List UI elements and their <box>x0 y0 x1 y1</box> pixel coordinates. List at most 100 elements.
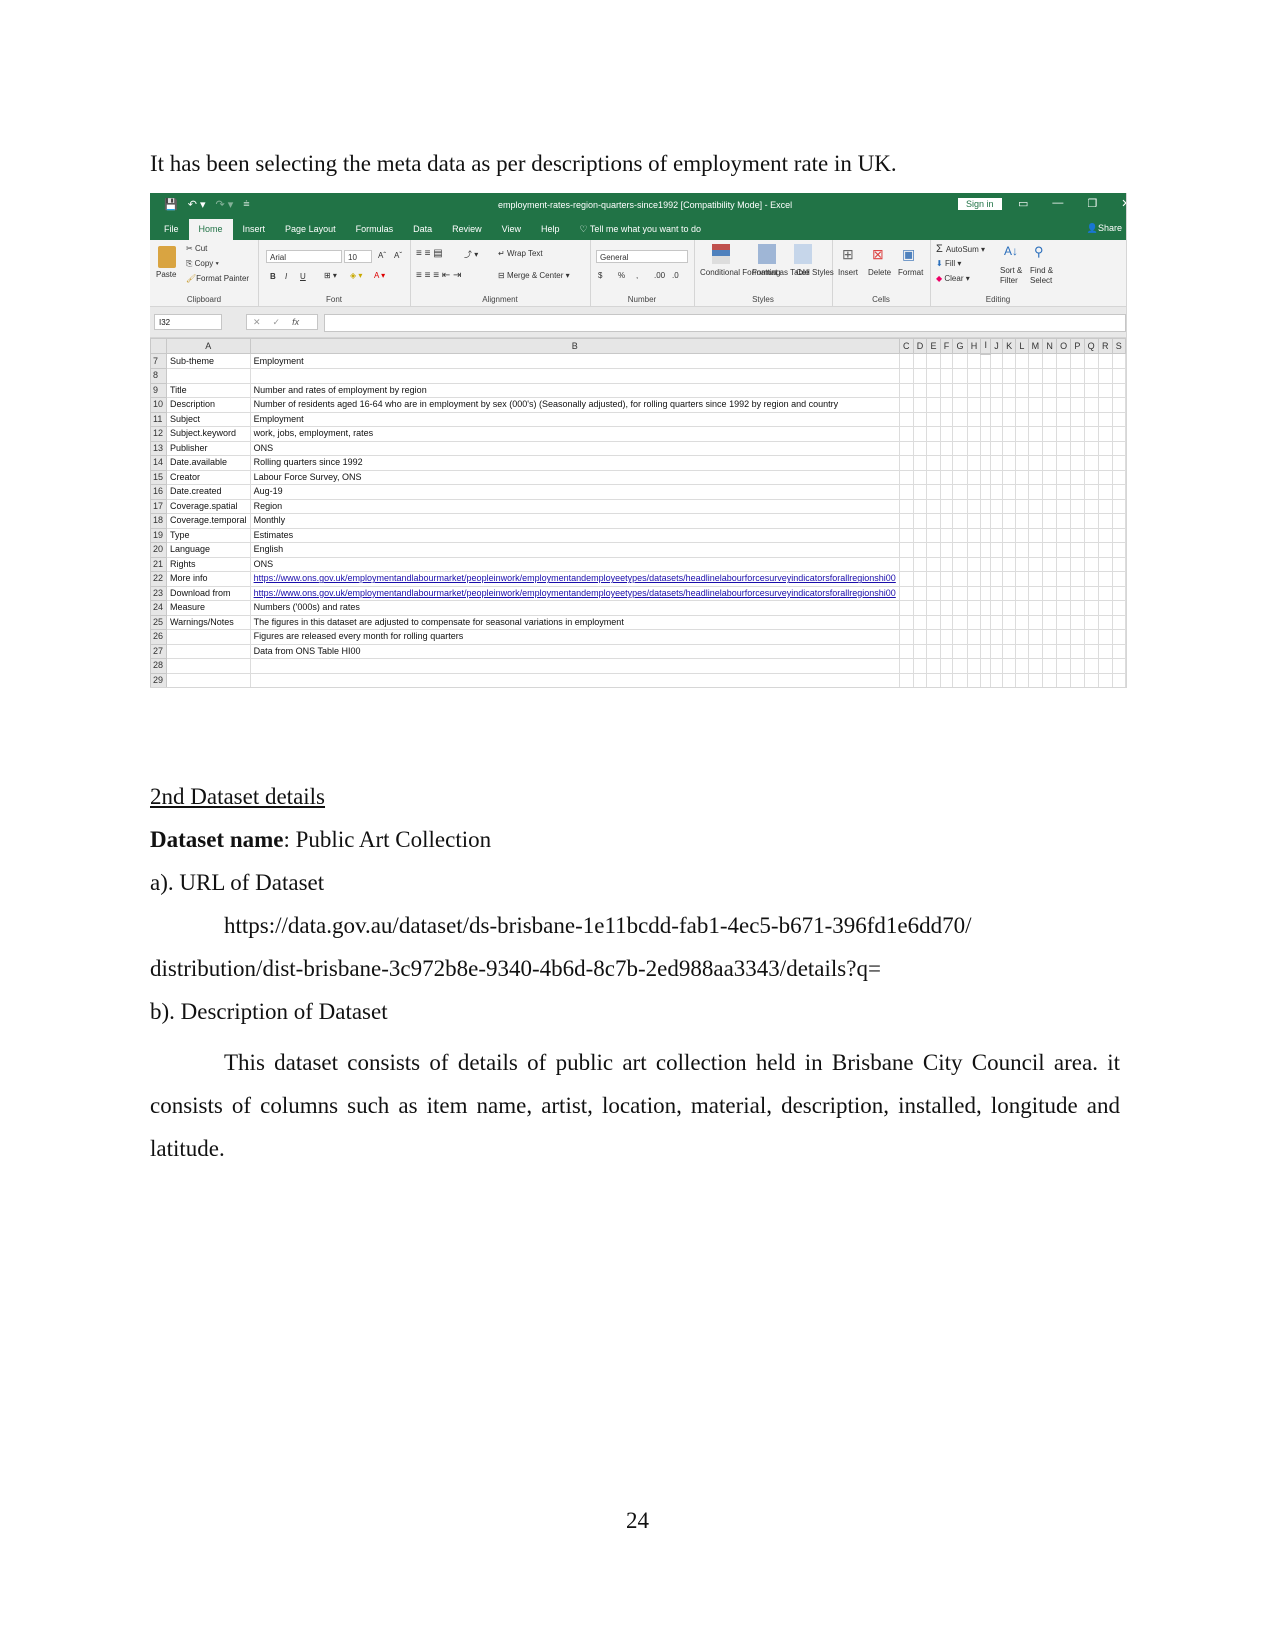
empty-cell[interactable] <box>1111 585 1126 601</box>
empty-cell[interactable] <box>1001 542 1017 558</box>
empty-cell[interactable] <box>1015 629 1029 645</box>
empty-cell[interactable] <box>1042 585 1057 601</box>
cell-field-name[interactable] <box>166 629 251 645</box>
empty-cell[interactable] <box>1001 585 1017 601</box>
cell-field-name[interactable]: Coverage.temporal <box>166 513 251 529</box>
empty-cell[interactable] <box>1042 658 1057 674</box>
empty-cell[interactable] <box>1083 571 1099 587</box>
empty-cell[interactable] <box>1055 353 1072 369</box>
empty-cell[interactable] <box>1027 469 1044 485</box>
empty-cell[interactable] <box>912 426 928 442</box>
empty-cell[interactable] <box>1027 585 1044 601</box>
empty-cell[interactable] <box>990 498 1003 514</box>
empty-cell[interactable] <box>1001 411 1017 427</box>
empty-cell[interactable] <box>898 353 914 369</box>
cell-field-name[interactable]: More info <box>166 571 251 587</box>
empty-cell[interactable] <box>1111 672 1126 687</box>
empty-cell[interactable] <box>912 353 928 369</box>
empty-cell[interactable] <box>1042 600 1057 616</box>
empty-cell[interactable] <box>912 629 928 645</box>
tab-page-layout[interactable]: Page Layout <box>275 219 346 240</box>
empty-cell[interactable] <box>952 571 968 587</box>
empty-cell[interactable] <box>1042 368 1057 384</box>
empty-cell[interactable] <box>1055 440 1072 456</box>
empty-cell[interactable] <box>1097 556 1113 572</box>
empty-cell[interactable] <box>966 585 982 601</box>
empty-cell[interactable] <box>912 614 928 630</box>
column-header[interactable]: G <box>952 338 968 354</box>
empty-cell[interactable] <box>980 484 992 500</box>
empty-cell[interactable] <box>1111 455 1126 471</box>
empty-cell[interactable] <box>1001 368 1017 384</box>
empty-cell[interactable] <box>966 455 982 471</box>
empty-cell[interactable] <box>1055 527 1072 543</box>
comma-button[interactable]: , <box>636 271 638 280</box>
empty-cell[interactable] <box>980 426 992 442</box>
empty-cell[interactable] <box>912 484 928 500</box>
increase-decimal-button[interactable]: .00 <box>654 271 665 280</box>
empty-cell[interactable] <box>1111 600 1126 616</box>
empty-cell[interactable] <box>939 629 954 645</box>
empty-cell[interactable] <box>1055 513 1072 529</box>
cell-field-value[interactable]: ONS <box>249 440 900 456</box>
row-number[interactable]: 16 <box>150 484 168 500</box>
empty-cell[interactable] <box>990 629 1003 645</box>
empty-cell[interactable] <box>990 542 1003 558</box>
empty-cell[interactable] <box>926 556 941 572</box>
delete-cells-button[interactable]: Delete <box>868 268 891 277</box>
empty-cell[interactable] <box>926 426 941 442</box>
empty-cell[interactable] <box>939 513 954 529</box>
cell-field-value[interactable]: Estimates <box>249 527 900 543</box>
empty-cell[interactable] <box>1015 469 1029 485</box>
spreadsheet-grid[interactable]: A B C D E F G H I J K L M N O P Q R S 7 Sub-theme Employment 8… <box>150 338 1126 687</box>
empty-cell[interactable] <box>1027 600 1044 616</box>
empty-cell[interactable] <box>1001 426 1017 442</box>
empty-cell[interactable] <box>898 455 914 471</box>
empty-cell[interactable] <box>939 600 954 616</box>
empty-cell[interactable] <box>939 368 954 384</box>
cell-field-value[interactable] <box>249 368 900 384</box>
empty-cell[interactable] <box>926 455 941 471</box>
empty-cell[interactable] <box>926 629 941 645</box>
tab-review[interactable]: Review <box>442 219 492 240</box>
empty-cell[interactable] <box>990 440 1003 456</box>
empty-cell[interactable] <box>1027 556 1044 572</box>
restore-icon[interactable]: ❐ <box>1087 197 1097 210</box>
grow-font-button[interactable]: Aˆ <box>378 251 386 260</box>
cell-field-name[interactable]: Date.created <box>166 484 251 500</box>
shrink-font-button[interactable]: Aˇ <box>394 251 402 260</box>
empty-cell[interactable] <box>990 426 1003 442</box>
copy-button[interactable]: ⎘ Copy ▾ <box>186 259 219 269</box>
empty-cell[interactable] <box>1097 382 1113 398</box>
empty-cell[interactable] <box>952 469 968 485</box>
empty-cell[interactable] <box>926 484 941 500</box>
empty-cell[interactable] <box>1001 498 1017 514</box>
row-number[interactable]: 15 <box>150 469 168 485</box>
empty-cell[interactable] <box>926 382 941 398</box>
empty-cell[interactable] <box>966 353 982 369</box>
empty-cell[interactable] <box>1111 484 1126 500</box>
empty-cell[interactable] <box>1055 643 1072 659</box>
empty-cell[interactable] <box>990 397 1003 413</box>
cell-field-value[interactable] <box>249 672 900 687</box>
empty-cell[interactable] <box>980 542 992 558</box>
empty-cell[interactable] <box>912 498 928 514</box>
empty-cell[interactable] <box>1070 672 1085 687</box>
empty-cell[interactable] <box>1097 440 1113 456</box>
cell-field-name[interactable] <box>166 658 251 674</box>
empty-cell[interactable] <box>1097 527 1113 543</box>
empty-cell[interactable] <box>1001 658 1017 674</box>
empty-cell[interactable] <box>966 498 982 514</box>
column-header[interactable]: A <box>166 338 251 354</box>
empty-cell[interactable] <box>966 629 982 645</box>
top-align-icon[interactable]: ≡ ≡ ▤ <box>416 248 443 259</box>
empty-cell[interactable] <box>926 600 941 616</box>
cell-field-name[interactable]: Subject.keyword <box>166 426 251 442</box>
empty-cell[interactable] <box>939 484 954 500</box>
empty-cell[interactable] <box>898 556 914 572</box>
empty-cell[interactable] <box>952 585 968 601</box>
row-number[interactable]: 17 <box>150 498 168 514</box>
empty-cell[interactable] <box>990 672 1003 687</box>
row-number[interactable]: 13 <box>150 440 168 456</box>
empty-cell[interactable] <box>898 614 914 630</box>
